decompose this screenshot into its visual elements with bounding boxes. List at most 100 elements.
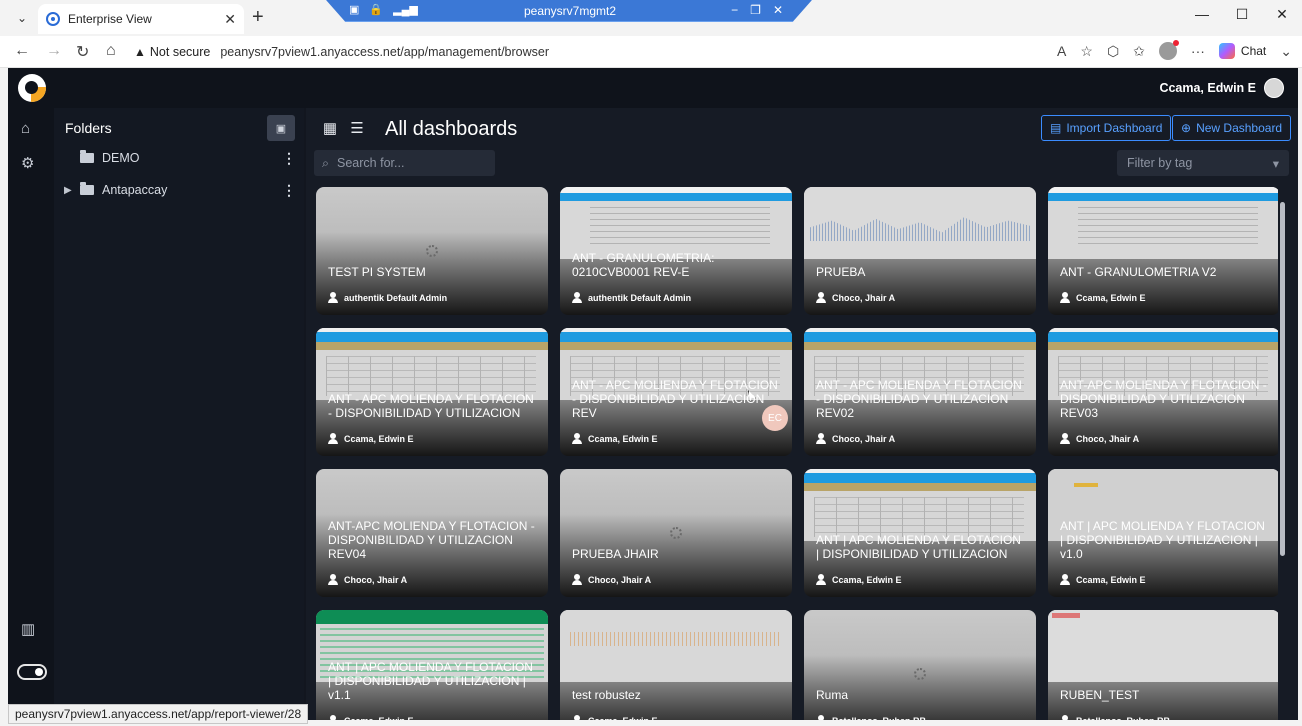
dashboard-title: ANT - GRANULOMETRIA: 0210CVB0001 REV-E <box>572 251 715 279</box>
remote-controls: − ❐ ✕ <box>731 3 783 17</box>
dashboard-thumbnail <box>1048 187 1278 259</box>
folders-panel: Folders ▣ DEMO ⋮ ▶ Antapaccay ⋮ <box>54 108 304 720</box>
new-tab-button[interactable]: + <box>252 7 264 27</box>
dashboard-card[interactable]: ANT | APC MOLIENDA Y FLOTACION | DISPONI… <box>804 469 1036 597</box>
grid-scrollbar[interactable] <box>1280 194 1286 718</box>
import-dashboard-button[interactable]: ▤ Import Dashboard <box>1041 115 1172 141</box>
search-input[interactable]: ⌕ Search for... <box>314 150 495 176</box>
remote-close-icon[interactable]: ✕ <box>773 3 783 17</box>
chat-dropdown-icon[interactable]: ⌄ <box>1280 43 1292 60</box>
tag-filter-select[interactable]: Filter by tag ▾ <box>1117 150 1289 176</box>
add-folder-button[interactable]: ▣ <box>267 115 295 141</box>
folder-menu-icon[interactable]: ⋮ <box>282 182 296 199</box>
dashboard-title: ANT | APC MOLIENDA Y FLOTACION | DISPONI… <box>1060 519 1265 561</box>
dashboard-owner: Ccama, Edwin E <box>572 433 658 444</box>
app-logo[interactable] <box>18 74 46 102</box>
security-indicator[interactable]: ▲ Not secure <box>134 45 210 59</box>
dashboard-title: ANT | APC MOLIENDA Y FLOTACION | DISPONI… <box>328 660 533 702</box>
remote-restore-icon[interactable]: ❐ <box>750 3 761 17</box>
browser-tab[interactable]: Enterprise View ✕ <box>38 4 244 34</box>
loading-spinner-icon <box>914 668 926 680</box>
owner-name: Choco, Jhair A <box>832 292 896 303</box>
dashboard-card[interactable]: PRUEBA Choco, Jhair A <box>804 187 1036 315</box>
dashboard-card[interactable]: TEST PI SYSTEM authentik Default Admin <box>316 187 548 315</box>
folder-menu-icon[interactable]: ⋮ <box>282 150 296 167</box>
tab-title: Enterprise View <box>68 12 152 26</box>
user-icon <box>328 292 338 303</box>
extensions-icon[interactable]: ⬡ <box>1107 43 1119 60</box>
owner-name: Choco, Jhair A <box>344 574 408 585</box>
more-menu-icon[interactable]: ··· <box>1191 43 1205 59</box>
user-icon <box>816 292 826 303</box>
dashboard-owner: Choco, Jhair A <box>816 292 895 303</box>
dashboard-owner: Ccama, Edwin E <box>1060 574 1146 585</box>
page-title: All dashboards <box>385 118 518 140</box>
back-arrow-icon[interactable]: ← <box>14 42 30 60</box>
dashboard-card[interactable]: ANT-APC MOLIENDA Y FLOTACION - DISPONIBI… <box>1048 328 1278 456</box>
dashboard-card[interactable]: RUBEN_TEST Batallanos, Ruben RB <box>1048 610 1278 720</box>
dashboard-card[interactable]: ANT | APC MOLIENDA Y FLOTACION | DISPONI… <box>316 610 548 720</box>
dashboard-card[interactable]: ANT - GRANULOMETRIA V2 Ccama, Edwin E <box>1048 187 1278 315</box>
dashboard-title: RUBEN_TEST <box>1060 688 1140 702</box>
dashboard-card[interactable]: ANT - APC MOLIENDA Y FLOTACION - DISPONI… <box>316 328 548 456</box>
read-aloud-icon[interactable]: A <box>1057 43 1066 59</box>
owner-name: Choco, Jhair A <box>832 433 896 444</box>
list-view-icon[interactable]: ☰ <box>345 119 369 139</box>
dashboard-owner: Ccama, Edwin E <box>1060 292 1146 303</box>
user-menu[interactable]: Ccama, Edwin E <box>1159 78 1284 98</box>
close-window-icon[interactable]: ✕ <box>1262 6 1302 23</box>
owner-name: Choco, Jhair A <box>588 574 652 585</box>
folder-item-antapaccay[interactable]: ▶ Antapaccay ⋮ <box>64 179 296 201</box>
loading-spinner-icon <box>426 245 438 257</box>
dashboard-card[interactable]: ANT - GRANULOMETRIA: 0210CVB0001 REV-E au… <box>560 187 792 315</box>
dashboard-card[interactable]: ANT - APC MOLIENDA Y FLOTACION - DISPONI… <box>560 328 792 456</box>
dashboard-card[interactable]: ANT - APC MOLIENDA Y FLOTACION - DISPONI… <box>804 328 1036 456</box>
dashboard-title: Ruma <box>816 688 849 702</box>
dashboard-owner: Choco, Jhair A <box>328 574 407 585</box>
close-tab-icon[interactable]: ✕ <box>224 11 236 28</box>
owner-name: Batallanos, Ruben RB <box>1076 716 1170 721</box>
maximize-icon[interactable]: ☐ <box>1222 6 1262 23</box>
dashboard-thumbnail <box>804 469 1036 541</box>
copilot-chat-button[interactable]: Chat <box>1218 43 1266 59</box>
favorite-star-icon[interactable]: ☆ <box>1080 43 1093 60</box>
dashboard-title: ANT - APC MOLIENDA Y FLOTACION - DISPONI… <box>328 392 534 420</box>
home-nav-icon[interactable]: ⌂ <box>21 120 30 137</box>
theme-toggle[interactable] <box>17 664 47 680</box>
dashboard-owner: Ccama, Edwin E <box>328 715 414 720</box>
dashboard-title: ANT-APC MOLIENDA Y FLOTACION - DISPONIBI… <box>1060 378 1267 420</box>
app-root: Ccama, Edwin E ⌂ ⚙ ▥ Folders ▣ DEMO ⋮ ▶ … <box>8 68 1298 720</box>
tab-actions-chevron-icon[interactable]: ⌄ <box>8 7 36 29</box>
minimize-icon[interactable]: — <box>1182 6 1222 23</box>
user-icon <box>328 433 338 444</box>
grid-view-icon[interactable]: ▦ <box>318 119 342 139</box>
analytics-icon[interactable]: ▥ <box>21 620 35 638</box>
user-icon <box>1060 292 1070 303</box>
scrollbar-thumb[interactable] <box>1280 202 1285 556</box>
settings-gear-icon[interactable]: ⚙ <box>21 154 34 172</box>
profile-avatar[interactable] <box>1158 40 1179 60</box>
user-icon <box>816 715 826 720</box>
dashboard-card[interactable]: ANT | APC MOLIENDA Y FLOTACION | DISPONI… <box>1048 469 1278 597</box>
expand-chevron-icon[interactable]: ▶ <box>64 185 76 196</box>
folder-icon <box>80 182 94 195</box>
folder-item-demo[interactable]: DEMO ⋮ <box>64 147 296 169</box>
owner-name: authentik Default Admin <box>588 292 692 303</box>
user-icon <box>572 292 582 303</box>
forward-arrow-icon[interactable]: → <box>46 42 62 60</box>
dashboard-card[interactable]: ANT-APC MOLIENDA Y FLOTACION - DISPONIBI… <box>316 469 548 597</box>
user-initials-badge[interactable]: EC <box>762 405 788 431</box>
dashboard-card[interactable]: PRUEBA JHAIR Choco, Jhair A <box>560 469 792 597</box>
dashboard-card[interactable]: Ruma Batallanos, Ruben RB <box>804 610 1036 720</box>
reload-icon[interactable]: ↻ <box>76 42 89 62</box>
home-icon[interactable]: ⌂ <box>106 42 116 60</box>
favorites-icon[interactable]: ✩ <box>1133 43 1145 60</box>
dashboard-owner: authentik Default Admin <box>572 292 691 303</box>
loading-spinner-icon <box>670 527 682 539</box>
chevron-down-icon: ▾ <box>1272 156 1279 171</box>
new-dashboard-button[interactable]: ⊕ New Dashboard <box>1172 115 1292 141</box>
url-field[interactable]: ▲ Not secure peanysrv7pview1.anyaccess.n… <box>134 40 1092 64</box>
dashboard-card[interactable]: test robustez Ccama, Edwin E <box>560 610 792 720</box>
remote-minimize-icon[interactable]: − <box>731 3 738 17</box>
dashboard-thumbnail <box>560 187 792 259</box>
